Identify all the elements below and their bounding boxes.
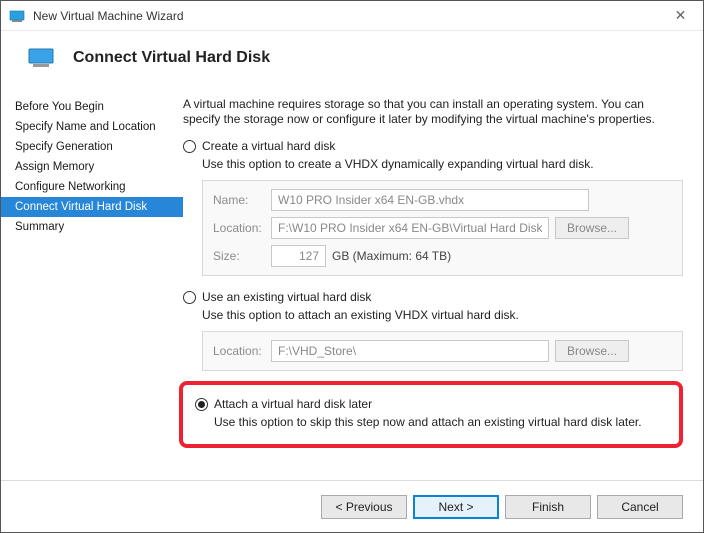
option-existing: Use an existing virtual hard disk Use th…	[183, 290, 683, 371]
size-label: Size:	[213, 249, 271, 263]
highlight-box: Attach a virtual hard disk later Use thi…	[179, 381, 683, 448]
page-title: Connect Virtual Hard Disk	[73, 49, 270, 67]
cancel-button[interactable]: Cancel	[597, 495, 683, 519]
location-label: Location:	[213, 221, 271, 235]
intro-text: A virtual machine requires storage so th…	[183, 97, 683, 127]
radio-later-row[interactable]: Attach a virtual hard disk later	[195, 397, 667, 411]
size-field[interactable]	[271, 245, 326, 267]
radio-create-row[interactable]: Create a virtual hard disk	[183, 139, 683, 153]
close-icon: ✕	[675, 7, 687, 24]
browse-existing-button[interactable]: Browse...	[555, 340, 629, 362]
size-unit: GB (Maximum: 64 TB)	[332, 249, 451, 263]
main-panel: A virtual machine requires storage so th…	[183, 89, 703, 476]
radio-later[interactable]	[195, 398, 208, 411]
page-icon	[27, 47, 55, 69]
page-header: Connect Virtual Hard Disk	[1, 31, 703, 89]
option-existing-desc: Use this option to attach an existing VH…	[202, 308, 683, 323]
sidebar-item-before-you-begin[interactable]: Before You Begin	[1, 97, 183, 117]
sidebar-item-specify-generation[interactable]: Specify Generation	[1, 137, 183, 157]
option-create: Create a virtual hard disk Use this opti…	[183, 139, 683, 276]
radio-existing-row[interactable]: Use an existing virtual hard disk	[183, 290, 683, 304]
titlebar: New Virtual Machine Wizard ✕	[1, 1, 703, 31]
sidebar-item-configure-networking[interactable]: Configure Networking	[1, 177, 183, 197]
window-title: New Virtual Machine Wizard	[33, 9, 658, 23]
footer: < Previous Next > Finish Cancel	[1, 480, 703, 532]
location-field[interactable]	[271, 217, 549, 239]
create-fields: Name: Location: Browse... Size: GB (Maxi…	[202, 180, 683, 276]
sidebar-item-summary[interactable]: Summary	[1, 217, 183, 237]
wizard-window: New Virtual Machine Wizard ✕ Connect Vir…	[0, 0, 704, 533]
existing-location-field[interactable]	[271, 340, 549, 362]
option-later-desc: Use this option to skip this step now an…	[214, 415, 667, 430]
radio-existing-label: Use an existing virtual hard disk	[202, 290, 371, 304]
previous-button[interactable]: < Previous	[321, 495, 407, 519]
body: Before You Begin Specify Name and Locati…	[1, 89, 703, 476]
next-button[interactable]: Next >	[413, 495, 499, 519]
browse-create-button[interactable]: Browse...	[555, 217, 629, 239]
sidebar-item-assign-memory[interactable]: Assign Memory	[1, 157, 183, 177]
sidebar: Before You Begin Specify Name and Locati…	[1, 89, 183, 476]
name-label: Name:	[213, 193, 271, 207]
radio-later-label: Attach a virtual hard disk later	[214, 397, 372, 411]
existing-location-label: Location:	[213, 344, 271, 358]
radio-create[interactable]	[183, 140, 196, 153]
finish-button[interactable]: Finish	[505, 495, 591, 519]
name-field[interactable]	[271, 189, 589, 211]
sidebar-item-specify-name[interactable]: Specify Name and Location	[1, 117, 183, 137]
existing-fields: Location: Browse...	[202, 331, 683, 371]
app-icon	[9, 8, 25, 24]
radio-create-label: Create a virtual hard disk	[202, 139, 335, 153]
radio-existing[interactable]	[183, 291, 196, 304]
option-create-desc: Use this option to create a VHDX dynamic…	[202, 157, 683, 172]
close-button[interactable]: ✕	[658, 1, 703, 31]
sidebar-item-connect-vhd[interactable]: Connect Virtual Hard Disk	[1, 197, 183, 217]
